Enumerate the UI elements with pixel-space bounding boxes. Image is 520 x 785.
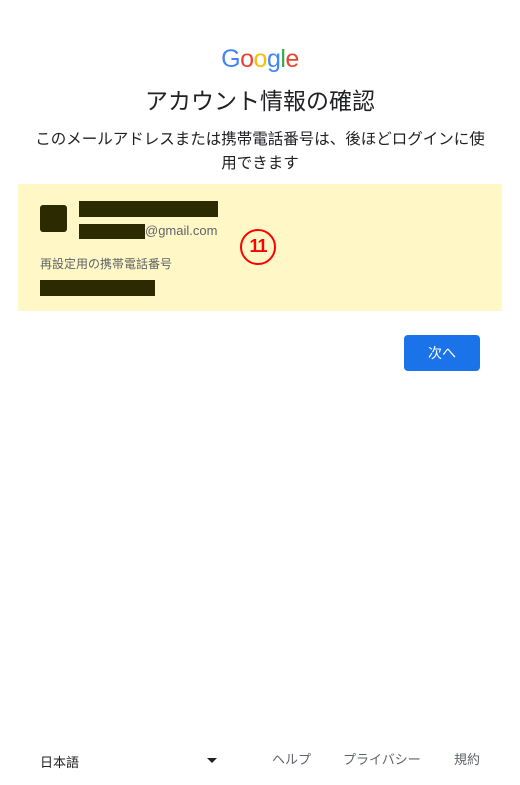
account-name-redacted: [79, 201, 218, 217]
annotation-marker: 11: [240, 229, 276, 265]
logo-letter: g: [266, 45, 281, 73]
logo-letter: o: [240, 45, 254, 73]
terms-link[interactable]: 規約: [454, 748, 480, 774]
account-email: @gmail.com: [79, 222, 217, 240]
logo-letter: G: [221, 45, 241, 73]
footer: 日本語 ヘルプ プライバシー 規約: [0, 748, 520, 774]
privacy-link[interactable]: プライバシー: [343, 748, 421, 774]
logo-letter: e: [285, 45, 299, 73]
recovery-phone-label: 再設定用の携帯電話番号: [40, 257, 173, 271]
help-link[interactable]: ヘルプ: [272, 748, 311, 774]
dropdown-arrow-icon: [207, 758, 217, 763]
google-logo: Google: [0, 44, 520, 74]
email-username-redacted: [79, 223, 145, 239]
page-subtitle: このメールアドレスまたは携帯電話番号は、後ほどログインに使用できます: [35, 130, 485, 172]
account-info-panel: @gmail.com 11 再設定用の携帯電話番号: [18, 184, 502, 311]
avatar: [40, 205, 67, 232]
recovery-phone-redacted: [40, 280, 155, 296]
language-label: 日本語: [40, 755, 80, 771]
page-title: アカウント情報の確認: [145, 89, 375, 115]
next-button[interactable]: 次へ: [404, 335, 480, 371]
email-domain: @gmail.com: [145, 223, 218, 238]
logo-letter: o: [253, 45, 268, 73]
language-select[interactable]: 日本語: [40, 748, 220, 774]
